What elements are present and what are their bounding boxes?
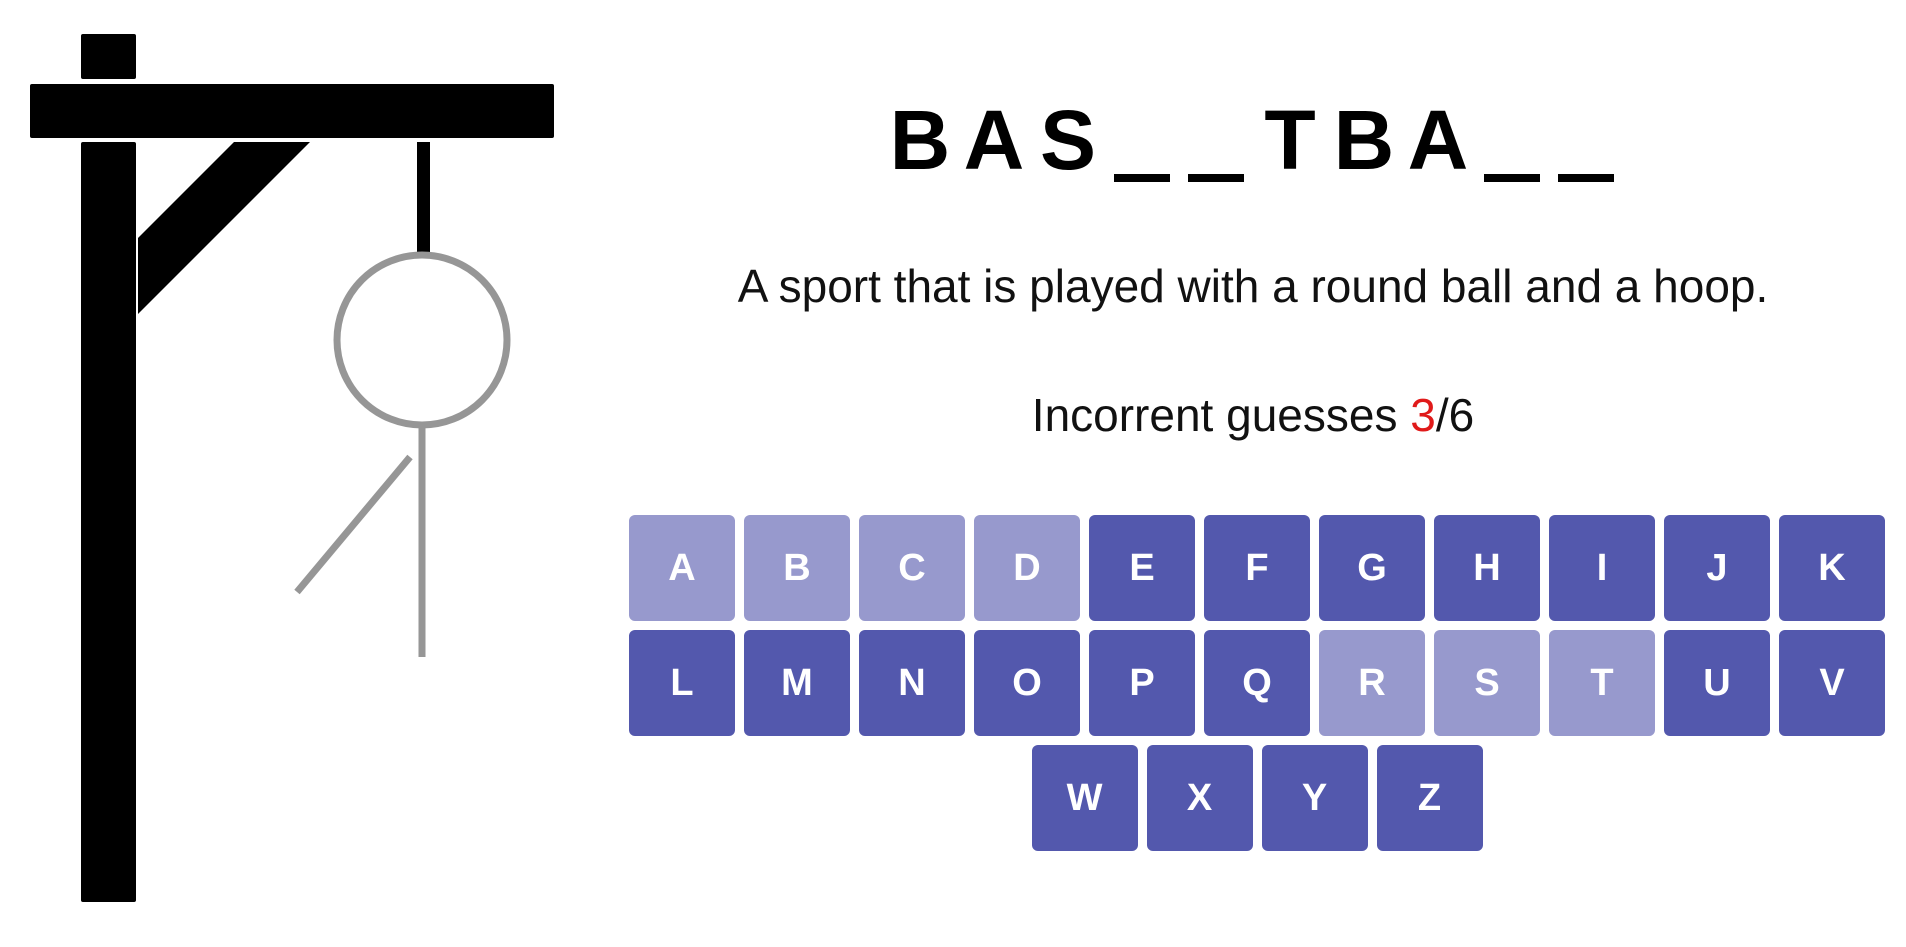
keyboard-row: ABCDEFGHIJK — [629, 515, 1885, 621]
word-slot-letter: A — [1407, 93, 1469, 187]
incorrect-guesses-max: /6 — [1435, 389, 1475, 441]
letter-key-y[interactable]: Y — [1261, 745, 1368, 851]
letter-key-q[interactable]: Q — [1204, 630, 1310, 736]
letter-key-h[interactable]: H — [1434, 515, 1540, 621]
letter-key-l[interactable]: L — [629, 630, 735, 736]
letter-key-t[interactable]: T — [1549, 630, 1655, 736]
word-slot-letter: S — [1039, 93, 1097, 187]
word-slot-blank — [1558, 92, 1614, 182]
word-slot-letter: A — [963, 93, 1025, 187]
letter-key-m[interactable]: M — [744, 630, 850, 736]
letter-key-z[interactable]: Z — [1376, 745, 1483, 851]
gallows-beam — [30, 84, 554, 138]
letter-key-d[interactable]: D — [974, 515, 1080, 621]
letter-key-w[interactable]: W — [1031, 745, 1138, 851]
letter-key-c[interactable]: C — [859, 515, 965, 621]
letter-key-r[interactable]: R — [1319, 630, 1425, 736]
letter-key-e[interactable]: E — [1089, 515, 1195, 621]
letter-key-u[interactable]: U — [1664, 630, 1770, 736]
letter-key-v[interactable]: V — [1779, 630, 1885, 736]
letter-key-b[interactable]: B — [744, 515, 850, 621]
gallows-drawing — [30, 34, 554, 902]
keyboard-row: LMNOPQRSTUV — [629, 630, 1885, 736]
hangman-left-arm — [294, 454, 413, 595]
keyboard-row: WXYZ — [1031, 745, 1483, 851]
word-display: BASTBA — [650, 92, 1856, 182]
incorrect-guesses: Incorrent guesses 3/6 — [650, 385, 1856, 445]
letter-key-s[interactable]: S — [1434, 630, 1540, 736]
incorrect-guesses-label: Incorrent guesses — [1031, 389, 1411, 441]
letter-key-i[interactable]: I — [1549, 515, 1655, 621]
incorrect-guesses-count: 3 — [1410, 389, 1436, 441]
word-slot-letter: B — [889, 93, 951, 187]
gallows-brace — [138, 142, 310, 314]
gallows-rope — [417, 142, 430, 254]
letter-key-o[interactable]: O — [974, 630, 1080, 736]
letter-key-g[interactable]: G — [1319, 515, 1425, 621]
word-slot-blank — [1484, 92, 1540, 182]
letter-key-x[interactable]: X — [1146, 745, 1253, 851]
word-slot-letter: B — [1333, 93, 1395, 187]
gallows-top-cap — [81, 34, 136, 79]
letter-key-p[interactable]: P — [1089, 630, 1195, 736]
letter-key-a[interactable]: A — [629, 515, 735, 621]
gallows-post — [81, 142, 136, 902]
word-slot-letter: T — [1264, 93, 1316, 187]
letter-key-j[interactable]: J — [1664, 515, 1770, 621]
letter-key-f[interactable]: F — [1204, 515, 1310, 621]
letter-keyboard: ABCDEFGHIJKLMNOPQRSTUVWXYZ — [629, 515, 1885, 851]
hangman-head — [333, 251, 511, 429]
word-slot-blank — [1114, 92, 1170, 182]
letter-key-k[interactable]: K — [1779, 515, 1885, 621]
hint-text: A sport that is played with a round ball… — [737, 260, 1769, 312]
letter-key-n[interactable]: N — [859, 630, 965, 736]
word-slot-blank — [1188, 92, 1244, 182]
